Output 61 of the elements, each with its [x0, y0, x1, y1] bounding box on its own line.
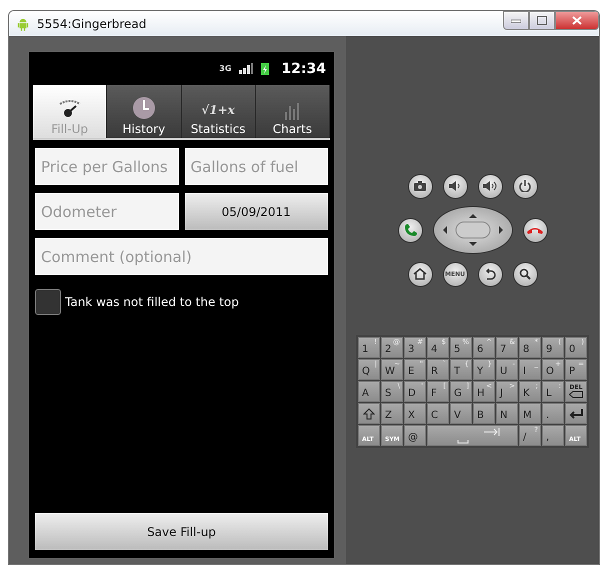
- camera-button[interactable]: [408, 174, 432, 198]
- network-type-label: 3G: [219, 64, 232, 73]
- keyboard-key[interactable]: [358, 403, 380, 424]
- android-icon: [17, 16, 29, 30]
- battery-icon: [261, 62, 270, 75]
- bar-chart-icon: [283, 100, 302, 120]
- save-button[interactable]: Save Fill-up: [35, 513, 328, 550]
- phone-icon: [403, 223, 417, 237]
- input-field[interactable]: Odometer: [35, 193, 178, 230]
- power-button[interactable]: [512, 174, 538, 198]
- home-button[interactable]: [408, 262, 432, 286]
- keyboard-key[interactable]: M: [519, 403, 541, 424]
- backspace-icon: [569, 391, 583, 398]
- close-button[interactable]: [555, 11, 599, 30]
- close-icon: [572, 16, 582, 25]
- date-button[interactable]: 05/09/2011: [184, 193, 328, 230]
- keyboard-key[interactable]: @: [404, 425, 426, 446]
- phone-hangup-icon: [527, 226, 543, 234]
- checkbox[interactable]: [35, 289, 61, 315]
- tab[interactable]: History: [107, 85, 182, 138]
- speaker-loud-icon: [483, 181, 497, 191]
- keyboard-key[interactable]: X: [404, 403, 426, 424]
- signal-icon: [239, 63, 254, 74]
- clock-time: 12:34: [281, 60, 326, 76]
- checkbox-label: Tank was not filled to the top: [65, 295, 239, 309]
- keyboard-key[interactable]: A: [358, 381, 380, 402]
- formula-icon: √1+x: [201, 100, 235, 120]
- keyboard-key[interactable]: [427, 425, 518, 446]
- tab[interactable]: Charts: [256, 85, 330, 138]
- speaker-icon: [449, 181, 461, 191]
- home-icon: [413, 268, 427, 280]
- volume-down-button[interactable]: [442, 174, 468, 198]
- keyboard-key[interactable]: [565, 403, 587, 424]
- call-button[interactable]: [398, 218, 422, 242]
- maximize-icon: [537, 16, 547, 25]
- enter-icon: [568, 408, 584, 420]
- input-field[interactable]: Price per Gallons: [35, 148, 178, 185]
- keyboard-key[interactable]: N: [496, 403, 518, 424]
- minimize-icon: [511, 18, 521, 22]
- input-field[interactable]: Comment (optional): [35, 238, 328, 275]
- maximize-button[interactable]: [529, 11, 555, 30]
- back-icon: [484, 268, 496, 280]
- search-icon: [519, 268, 531, 280]
- power-icon: [519, 180, 531, 192]
- keyboard-key[interactable]: Z: [381, 403, 403, 424]
- window-title: 5554:Gingerbread: [37, 16, 146, 30]
- minimize-button[interactable]: [503, 11, 529, 30]
- end-call-button[interactable]: [522, 218, 548, 242]
- input-field[interactable]: Gallons of fuel: [184, 148, 328, 185]
- keyboard-key[interactable]: ,: [542, 425, 564, 446]
- tab[interactable]: √1+x Statistics: [182, 85, 256, 138]
- search-button[interactable]: [512, 262, 538, 286]
- keyboard-key[interactable]: .: [542, 403, 564, 424]
- keyboard-key[interactable]: C: [427, 403, 449, 424]
- volume-up-button[interactable]: [478, 174, 502, 198]
- camera-icon: [414, 181, 426, 191]
- keyboard-key[interactable]: B: [473, 403, 495, 424]
- back-button[interactable]: [478, 262, 502, 286]
- clock-icon: [132, 96, 156, 120]
- shift-icon: [363, 408, 375, 420]
- keyboard-key[interactable]: V: [450, 403, 472, 424]
